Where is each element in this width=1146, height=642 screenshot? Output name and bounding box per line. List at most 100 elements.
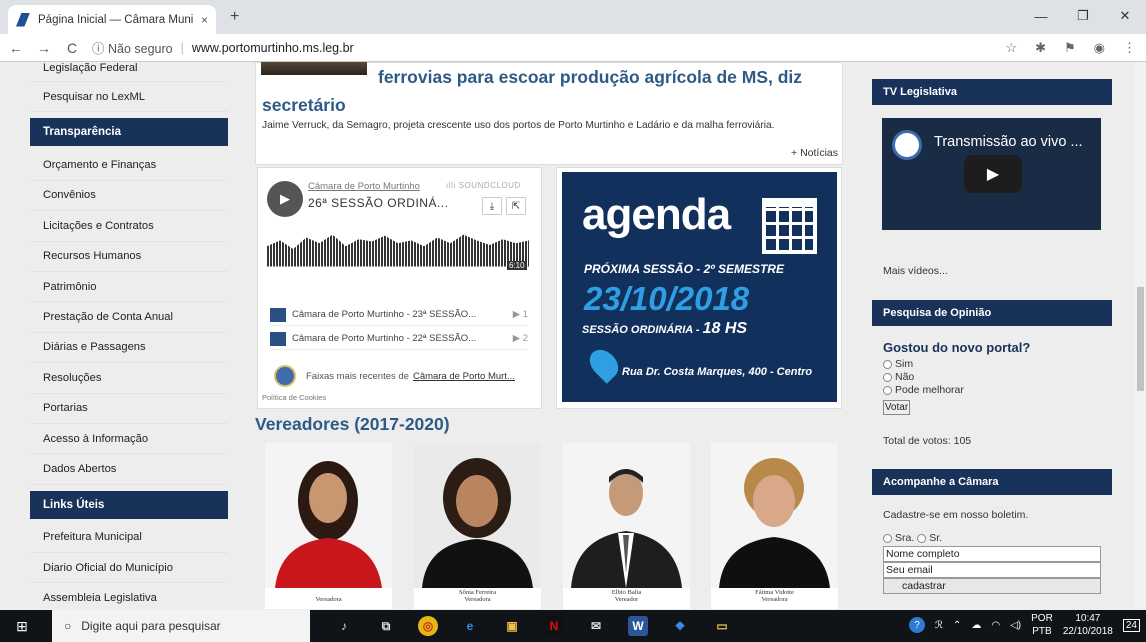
soundcloud-logo[interactable]: ıllı SOUNDCLOUD — [446, 181, 521, 190]
share-icon[interactable]: ⇱ — [506, 197, 526, 215]
video-player[interactable]: Transmissão ao vivo ... ▶ — [882, 118, 1101, 230]
agenda-session: SESSÃO ORDINÁRIA - 18 HS — [582, 320, 747, 338]
poll-option[interactable]: Pode melhorar — [883, 384, 964, 396]
sidebar-item[interactable]: Portarias — [30, 394, 228, 424]
more-videos-link[interactable]: Mais vídeos... — [883, 265, 948, 277]
wifi-icon[interactable]: ◠ — [991, 620, 1000, 631]
back-button[interactable]: ← — [4, 40, 28, 56]
word-icon[interactable]: W — [628, 616, 648, 636]
close-window-button[interactable]: ✕ — [1104, 0, 1146, 32]
track-title[interactable]: 26ª SESSÃO ORDINÁ... — [308, 196, 448, 210]
new-tab-button[interactable]: + — [230, 8, 239, 26]
sidebar-item[interactable]: Acesso à Informação — [30, 424, 228, 455]
footer-user-link[interactable]: Câmara de Porto Murt... — [413, 371, 515, 382]
track-list-item[interactable]: Câmara de Porto Murtinho - 22ª SESSÃO...… — [270, 328, 528, 350]
sidebar-item[interactable]: Prestação de Conta Anual — [30, 302, 228, 333]
more-news-link[interactable]: + Notícias — [791, 147, 838, 159]
help-icon[interactable]: ? — [909, 617, 925, 633]
cookies-policy-link[interactable]: Política de Cookies — [262, 393, 326, 402]
edge-icon[interactable]: e — [460, 616, 480, 636]
omnibox[interactable]: ⓘ Não seguro | www.portomurtinho.ms.leg.… — [92, 38, 354, 57]
vereador-photo — [414, 443, 541, 588]
name-field[interactable]: Nome completo — [883, 546, 1101, 562]
waveform[interactable] — [267, 234, 529, 267]
maximize-button[interactable]: ❐ — [1062, 0, 1104, 32]
extension-icon[interactable]: ✱ — [1035, 40, 1046, 56]
vereador-caption: Fátima Vidotte Vereadora — [711, 589, 838, 603]
security-indicator[interactable]: ⓘ Não seguro — [92, 38, 173, 57]
chrome-icon[interactable]: ◎ — [418, 616, 438, 636]
poll-option[interactable]: Não — [883, 371, 914, 383]
sidebar-item[interactable]: Prefeitura Municipal — [30, 523, 228, 554]
video-title[interactable]: Transmissão ao vivo ... — [934, 134, 1083, 150]
sidebar-item[interactable]: Diárias e Passagens — [30, 333, 228, 364]
page-scrollbar[interactable] — [1135, 62, 1146, 610]
bookmark-star-icon[interactable]: ☆ — [1005, 40, 1017, 56]
scrollbar-thumb[interactable] — [1137, 287, 1144, 391]
soundcloud-user-link[interactable]: Câmara de Porto Murtinho — [308, 181, 420, 192]
radio-sr[interactable] — [917, 533, 927, 543]
menu-icon[interactable]: ⋮ — [1123, 40, 1136, 56]
volume-icon[interactable]: ◁) — [1010, 620, 1021, 631]
forward-button[interactable]: → — [32, 40, 56, 56]
track-play-count: ▶ 1 — [512, 309, 528, 320]
cloud-icon[interactable]: ☁ — [971, 620, 981, 631]
news-summary: Jaime Verruck, da Semagro, projeta cresc… — [262, 120, 775, 131]
address-bar: ← → C ⓘ Não seguro | www.portomurtinho.m… — [0, 34, 1146, 62]
channel-logo-icon[interactable] — [892, 130, 922, 160]
vereador-card[interactable]: Fátima Vidotte Vereadora — [711, 443, 838, 609]
netflix-icon[interactable]: N — [544, 616, 564, 636]
track-list-item[interactable]: Câmara de Porto Murtinho - 23ª SESSÃO...… — [270, 304, 528, 326]
poll-option[interactable]: Sim — [883, 358, 913, 370]
sidebar-item[interactable]: Dados Abertos — [30, 454, 228, 485]
extension-icon[interactable]: ⚑ — [1064, 40, 1076, 56]
close-tab-icon[interactable]: × — [201, 13, 208, 27]
tray-expand-icon[interactable]: ⌃ — [953, 620, 961, 631]
profile-avatar-icon[interactable]: ◉ — [1094, 40, 1105, 56]
download-icon[interactable]: ⤓ — [482, 197, 502, 215]
email-field[interactable]: Seu email — [883, 562, 1101, 578]
radio-sra[interactable] — [883, 533, 892, 543]
mail-icon[interactable]: ✉ — [586, 616, 606, 636]
radio-button[interactable] — [883, 359, 892, 369]
vereador-card[interactable]: Sônia Ferreira Vereadora — [414, 443, 541, 609]
sidebar-item[interactable]: Patrimônio — [30, 272, 228, 303]
clock[interactable]: 10:47 22/10/2018 — [1063, 612, 1113, 638]
news-headline[interactable]: ferrovias para escoar produção agrícola … — [378, 67, 802, 88]
task-view-icon[interactable]: ⧉ — [376, 616, 396, 636]
sidebar-item[interactable]: Recursos Humanos — [30, 242, 228, 272]
windows-start-icon[interactable]: ⊞ — [6, 618, 38, 635]
browser-tab[interactable]: Página Inicial — Câmara Municip × — [8, 5, 216, 34]
radio-button[interactable] — [883, 385, 892, 395]
language-indicator[interactable]: POR PTB — [1031, 612, 1053, 638]
sidebar-item[interactable]: Diario Oficial do Município — [30, 553, 228, 584]
subscribe-button[interactable]: cadastrar — [883, 578, 1101, 594]
track-play-count: ▶ 2 — [512, 333, 528, 344]
radio-button[interactable] — [883, 372, 892, 382]
sidebar-item[interactable]: Convênios — [30, 181, 228, 212]
youtube-play-icon[interactable]: ▶ — [964, 155, 1022, 193]
news-headline-cont[interactable]: secretário — [262, 95, 346, 116]
reload-button[interactable]: C — [60, 40, 84, 56]
sidebar-item[interactable]: Licitações e Contratos — [30, 211, 228, 242]
sidebar-item[interactable]: Orçamento e Finanças — [30, 150, 228, 181]
vereador-card[interactable]: Vereadora — [265, 443, 392, 609]
play-icon[interactable]: ▶ — [267, 181, 303, 217]
sidebar-item[interactable]: Pesquisar no LexML — [30, 82, 228, 113]
people-icon[interactable]: ℛ — [935, 620, 943, 631]
vote-button[interactable]: Votar — [883, 400, 910, 415]
sidebar-item[interactable]: Legislação Federal — [30, 62, 228, 82]
url-text[interactable]: www.portomurtinho.ms.leg.br — [192, 41, 354, 55]
sidebar-item[interactable]: Resoluções — [30, 363, 228, 394]
agenda-image[interactable]: agenda PRÓXIMA SESSÃO - 2º SEMESTRE 23/1… — [562, 172, 837, 402]
store-icon[interactable]: ▣ — [502, 616, 522, 636]
taskbar-search[interactable]: ○ Digite aqui para pesquisar — [52, 610, 310, 642]
file-explorer-icon[interactable]: ▭ — [712, 616, 732, 636]
news-thumbnail[interactable] — [261, 62, 367, 75]
dropbox-icon[interactable]: ❖ — [670, 616, 690, 636]
vereador-card[interactable]: Elbio Balta Vereador — [563, 443, 690, 609]
microphone-icon[interactable]: ♪ — [334, 616, 354, 636]
minimize-button[interactable]: — — [1020, 0, 1062, 32]
sidebar-item[interactable]: Assembleia Legislativa — [30, 583, 228, 610]
notification-center-icon[interactable]: 24 — [1122, 618, 1140, 632]
